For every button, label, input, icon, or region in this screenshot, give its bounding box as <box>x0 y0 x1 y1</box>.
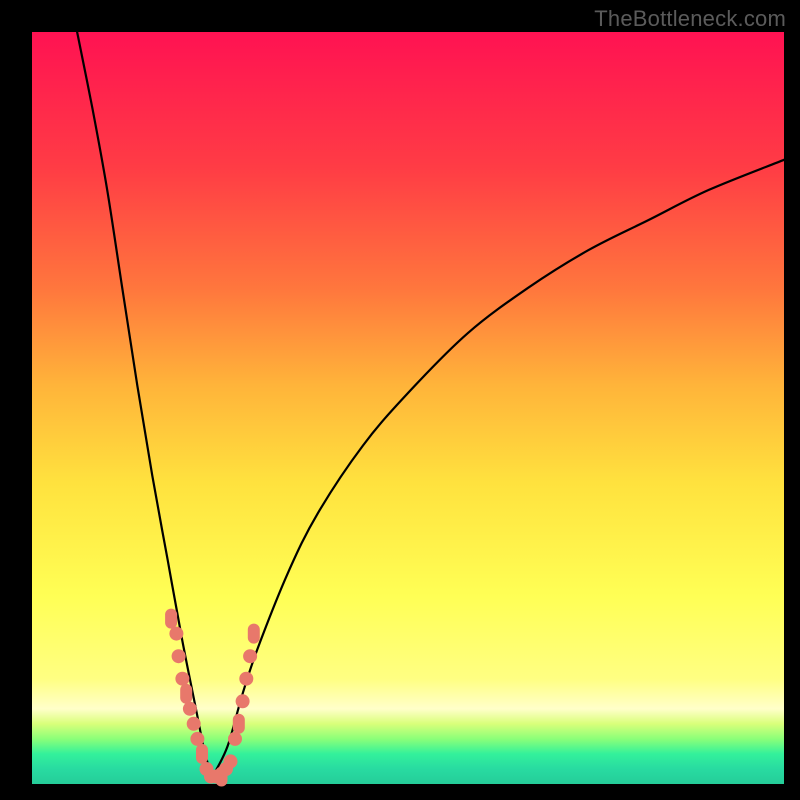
cluster-dot <box>183 702 197 716</box>
curve-right <box>212 160 784 777</box>
cluster-dot <box>169 627 183 641</box>
cluster-dot <box>224 754 238 768</box>
cluster-dot <box>243 649 257 663</box>
curve-left <box>77 32 212 777</box>
plot-area <box>32 32 784 784</box>
watermark-text: TheBottleneck.com <box>594 6 786 32</box>
cluster-dot <box>187 717 201 731</box>
cluster-pill <box>233 714 245 734</box>
cluster-dot <box>175 672 189 686</box>
cluster-markers <box>165 609 260 787</box>
cluster-dot <box>172 649 186 663</box>
cluster-dot <box>190 732 204 746</box>
curve-layer <box>32 32 784 784</box>
cluster-pill <box>165 609 177 629</box>
chart-frame: TheBottleneck.com <box>0 0 800 800</box>
cluster-dot <box>239 672 253 686</box>
cluster-pill <box>196 744 208 764</box>
cluster-dot <box>236 694 250 708</box>
cluster-dot <box>228 732 242 746</box>
cluster-pill <box>248 624 260 644</box>
cluster-pill <box>180 684 192 704</box>
